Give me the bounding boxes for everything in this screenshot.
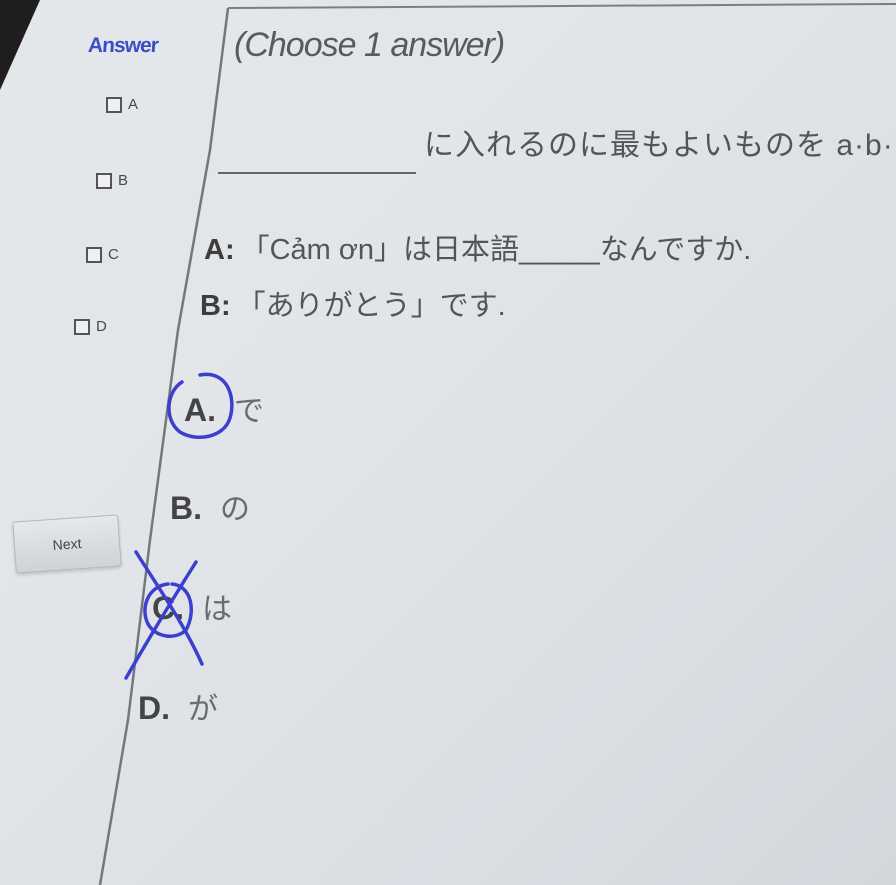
answer-option-b[interactable]: B: [96, 172, 128, 189]
choice-c[interactable]: C. は: [152, 584, 232, 628]
answer-option-d[interactable]: D: [74, 318, 107, 335]
dialog-text: 「Cảm ơn」は日本語: [240, 234, 520, 266]
answer-option-c[interactable]: C: [86, 246, 119, 263]
choice-b[interactable]: B. の: [170, 484, 250, 528]
choice-letter: D.: [138, 690, 170, 726]
question-prompt: に入れるのに最もよいものを a·b·: [424, 129, 894, 162]
answer-option-label: B: [118, 172, 129, 189]
dialog-line-a: A: 「Cảm ơn」は日本語_____なんですか.: [204, 226, 751, 268]
choice-text: で: [234, 395, 264, 428]
checkbox-b[interactable]: [96, 172, 112, 189]
checkbox-a[interactable]: [106, 96, 122, 113]
answer-option-label: D: [96, 318, 107, 335]
next-button[interactable]: Next: [12, 514, 122, 574]
answer-option-label: A: [128, 96, 139, 113]
choice-d[interactable]: D. が: [138, 684, 218, 728]
answer-option-a[interactable]: A: [106, 96, 138, 113]
answer-blank: [218, 172, 416, 174]
dialog-text: なんですか.: [599, 234, 752, 266]
choice-a[interactable]: A. で: [184, 386, 264, 430]
dialog-text: 「ありがとう」です.: [236, 290, 506, 322]
dialog-blank: _____: [519, 234, 600, 266]
choice-letter: A.: [184, 392, 216, 428]
speaker-label: B:: [200, 290, 231, 322]
checkbox-c[interactable]: [86, 246, 102, 263]
dialog-line-b: B: 「ありがとう」です.: [200, 282, 506, 324]
checkbox-d[interactable]: [74, 318, 90, 335]
choice-letter: B.: [170, 490, 202, 526]
choice-text: が: [188, 693, 218, 726]
question-instruction: (Choose 1 answer): [234, 26, 505, 64]
choice-letter: C.: [152, 590, 184, 626]
speaker-label: A:: [204, 234, 235, 266]
choice-text: の: [220, 493, 250, 526]
answer-option-label: C: [108, 246, 119, 263]
choice-text: は: [202, 593, 232, 626]
answer-panel-title: Answer: [87, 34, 159, 57]
